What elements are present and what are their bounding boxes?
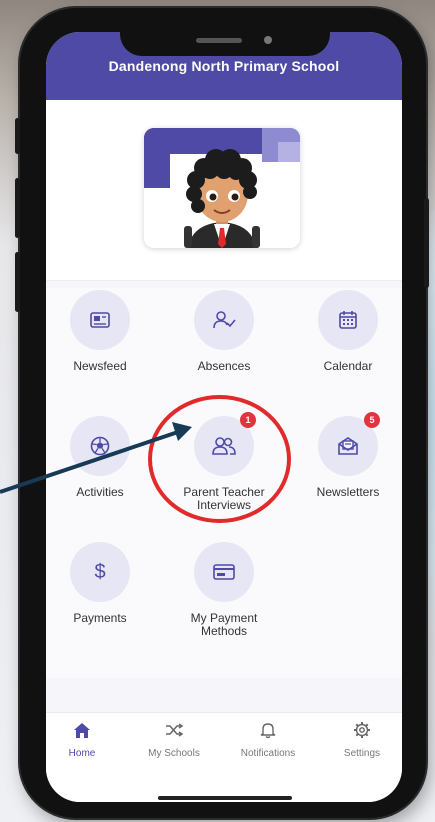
volume-down-button (15, 252, 20, 312)
speaker (196, 38, 242, 43)
bell-icon (260, 723, 276, 739)
tile-label: Newsletters (316, 485, 380, 499)
activities-icon (90, 436, 110, 456)
tile-label: Newsfeed (73, 359, 127, 373)
nav-my-schools[interactable]: My Schools (134, 721, 214, 759)
tile-newsfeed[interactable]: Newsfeed (46, 290, 154, 373)
nav-label: Home (68, 748, 96, 759)
phone-notch (120, 20, 330, 56)
front-camera (264, 36, 272, 44)
home-icon (74, 723, 90, 738)
newsletter-icon (338, 437, 358, 455)
absences-button[interactable] (194, 290, 254, 350)
tile-activities[interactable]: Activities (46, 416, 154, 499)
school-name: Dandenong North Primary School (108, 58, 340, 74)
tile-my-payment-methods[interactable]: My Payment Methods (170, 542, 278, 638)
newsfeed-icon (90, 312, 110, 328)
mute-switch (15, 118, 20, 154)
notification-badge: 5 (364, 412, 380, 428)
nav-label: Notifications (240, 748, 296, 759)
bottom-nav: Home My Schools Notifications Settings (46, 712, 402, 802)
gear-icon (354, 722, 370, 738)
profile-section (46, 100, 402, 281)
volume-up-button (15, 178, 20, 238)
tile-label: My Payment Methods (190, 611, 258, 638)
shuffle-icon (166, 723, 184, 737)
card-icon (213, 564, 235, 580)
activities-button[interactable] (70, 416, 130, 476)
tile-absences[interactable]: Absences (170, 290, 278, 373)
tile-label: Activities (76, 485, 124, 499)
student-avatar (144, 128, 300, 248)
highlight-circle (148, 395, 291, 523)
tile-calendar[interactable]: Calendar (294, 290, 402, 373)
power-button (424, 198, 429, 288)
calendar-button[interactable] (318, 290, 378, 350)
tile-newsletters[interactable]: 5 Newsletters (294, 412, 402, 499)
newsletters-button[interactable]: 5 (318, 412, 380, 476)
payments-button[interactable]: $ (70, 542, 130, 602)
dollar-icon: $ (94, 560, 106, 583)
home-indicator[interactable] (158, 796, 292, 800)
calendar-icon (339, 311, 357, 329)
student-avatar-card[interactable] (144, 128, 300, 248)
tile-payments[interactable]: $ Payments (46, 542, 154, 625)
nav-notifications[interactable]: Notifications (228, 721, 308, 759)
nav-settings[interactable]: Settings (322, 721, 402, 759)
nav-home[interactable]: Home (46, 721, 122, 759)
nav-label: My Schools (148, 748, 200, 759)
tile-label: Absences (197, 359, 251, 373)
tile-label: Calendar (323, 359, 373, 373)
absences-icon (213, 311, 236, 329)
nav-label: Settings (343, 748, 381, 759)
newsfeed-button[interactable] (70, 290, 130, 350)
tile-label: Payments (73, 611, 127, 625)
payment-methods-button[interactable] (194, 542, 254, 602)
